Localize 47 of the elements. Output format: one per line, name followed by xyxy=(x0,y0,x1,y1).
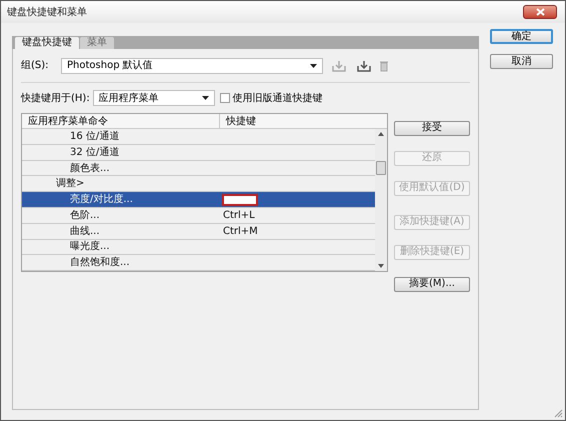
window-title: 键盘快捷键和菜单 xyxy=(7,6,87,20)
shortcut-label: Ctrl+M xyxy=(222,224,258,239)
command-label: 颜色表... xyxy=(70,162,110,176)
table-row[interactable]: 色阶... Ctrl+L xyxy=(22,208,375,224)
command-label: 调整> xyxy=(56,177,84,192)
tab[interactable]: 菜单 xyxy=(80,37,114,49)
close-button[interactable] xyxy=(523,5,557,19)
tab[interactable]: 键盘快捷键 xyxy=(15,37,79,49)
side-button[interactable]: 接受 xyxy=(394,120,470,136)
column-header[interactable]: 快捷键 xyxy=(220,114,256,128)
save-icon[interactable] xyxy=(332,60,346,72)
column-header[interactable]: 应用程序菜单命令 xyxy=(22,114,220,128)
shortcut-label: Ctrl+L xyxy=(222,208,255,223)
shortcuts-for-dropdown[interactable]: 应用程序菜单 xyxy=(92,90,215,106)
caret-icon xyxy=(310,64,317,68)
scroll-up-icon[interactable] xyxy=(378,132,384,136)
shortcut-input-field[interactable] xyxy=(222,194,258,206)
table-row[interactable]: 16 位/通道 xyxy=(22,129,375,145)
group-dropdown[interactable]: Photoshop 默认值 xyxy=(61,58,323,74)
command-label: 色阶... xyxy=(70,208,100,223)
command-label: 自然饱和度... xyxy=(70,256,130,270)
scrollbar[interactable] xyxy=(375,129,387,272)
command-label: 32 位/通道 xyxy=(70,146,120,160)
side-button[interactable]: 摘要(M)... xyxy=(394,276,470,292)
command-label: 曲线... xyxy=(70,224,100,239)
trash-icon[interactable] xyxy=(379,60,389,72)
table-row[interactable]: 颜色表... xyxy=(22,160,375,176)
dialog-button[interactable]: 确定 xyxy=(490,29,553,44)
shortcuts-for-label: 快捷键用于(H): xyxy=(21,92,90,106)
command-label: 16 位/通道 xyxy=(70,130,120,144)
scroll-thumb[interactable] xyxy=(376,161,386,176)
close-icon xyxy=(536,8,544,16)
command-label: 曝光度... xyxy=(70,240,110,254)
table-row[interactable]: 自然饱和度... xyxy=(22,255,375,272)
save-as-icon[interactable] xyxy=(357,60,371,72)
resize-grip-icon[interactable] xyxy=(554,409,563,418)
scroll-down-icon[interactable] xyxy=(378,264,384,268)
table-row[interactable]: 曲线... Ctrl+M xyxy=(22,224,375,240)
legacy-checkbox[interactable] xyxy=(220,93,230,103)
table-row[interactable]: 32 位/通道 xyxy=(22,144,375,161)
dialog-button[interactable]: 取消 xyxy=(490,54,553,69)
caret-icon xyxy=(202,96,209,100)
group-label: 组(S): xyxy=(21,59,50,73)
command-label: 亮度/对比度... xyxy=(70,192,133,208)
legacy-checkbox-label: 使用旧版通道快捷键 xyxy=(232,92,323,106)
table-row[interactable]: 亮度/对比度... xyxy=(22,192,375,208)
table-row[interactable]: 曝光度... xyxy=(22,240,375,256)
